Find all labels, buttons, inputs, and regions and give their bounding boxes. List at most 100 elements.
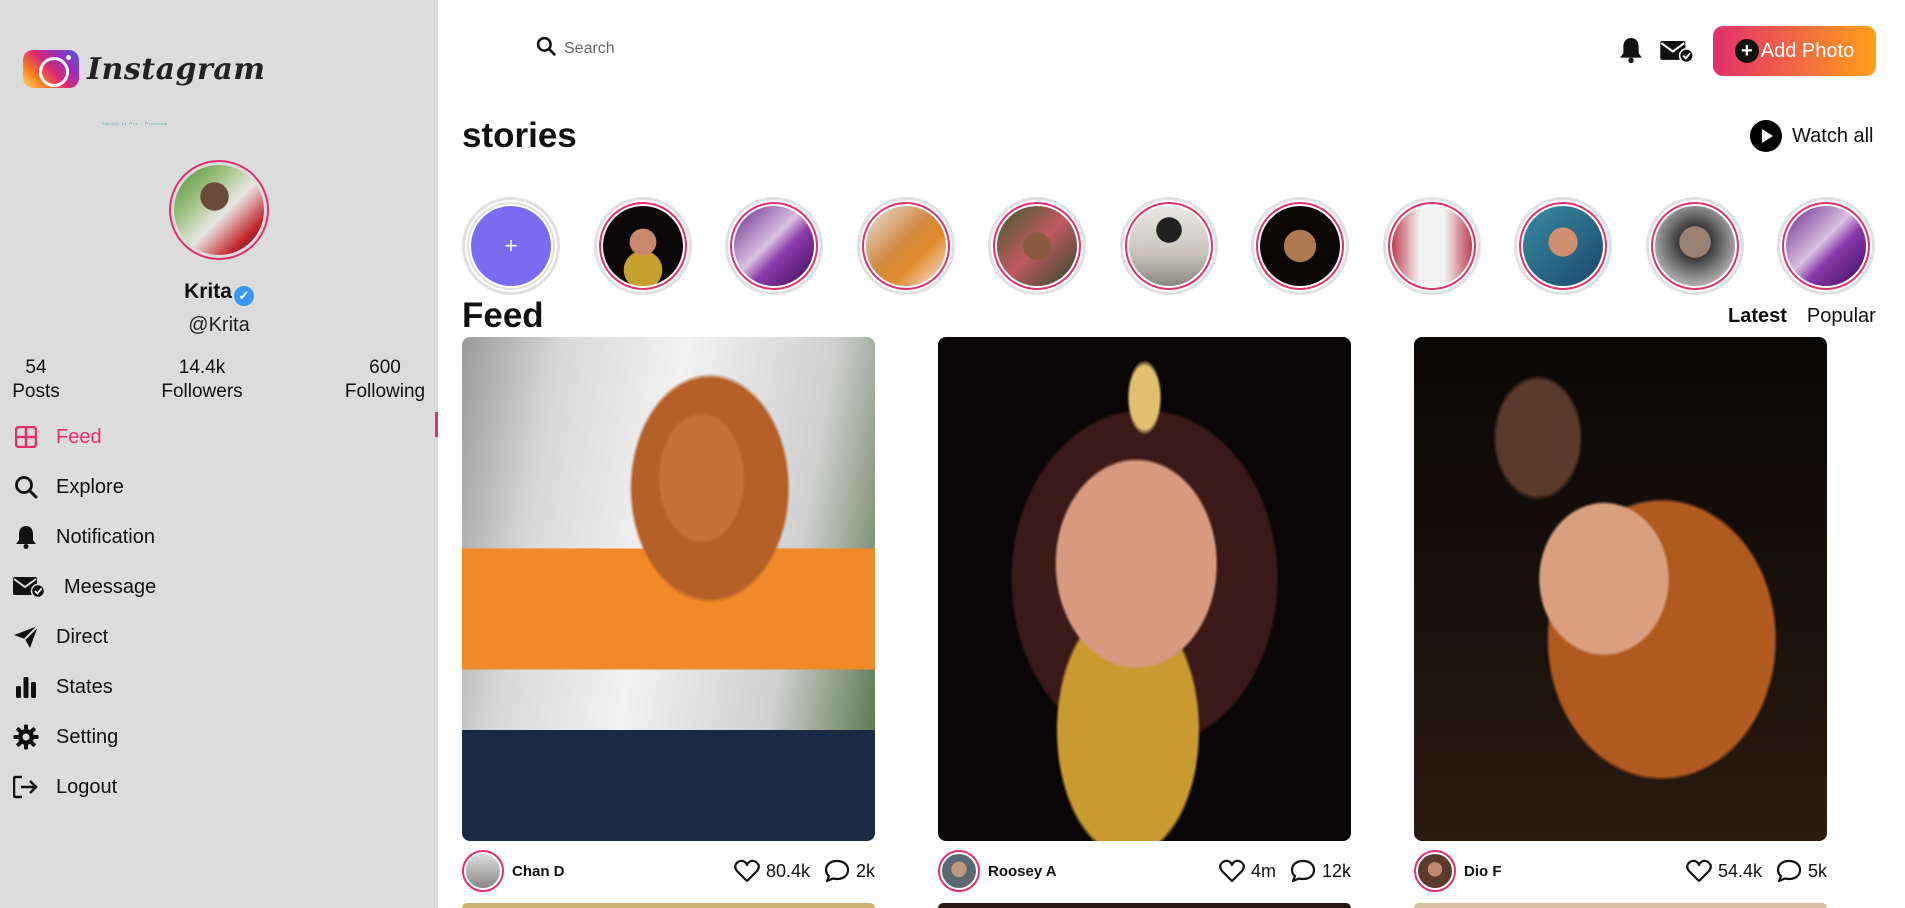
verified-badge-icon: ✓	[233, 286, 254, 306]
instagram-logo-icon	[23, 50, 79, 88]
story-item[interactable]	[725, 197, 823, 295]
heart-icon[interactable]	[734, 859, 760, 883]
post-username[interactable]: Roosey A	[988, 863, 1219, 880]
stat-label: Posts	[12, 381, 60, 402]
grid-icon	[12, 423, 40, 451]
sidebar-item-message[interactable]: Meessage	[0, 562, 438, 612]
next-post-peek	[938, 903, 1351, 908]
bell-icon[interactable]	[1619, 36, 1643, 69]
post-image[interactable]	[938, 337, 1351, 841]
profile-name: Krita	[184, 280, 232, 303]
next-post-peek	[1414, 903, 1827, 908]
logo[interactable]: Instagram	[23, 50, 266, 88]
logo-text: Instagram	[87, 51, 266, 87]
sidebar-item-setting[interactable]: Setting	[0, 712, 438, 762]
post-meta: Chan D 80.4k 2k	[462, 846, 875, 896]
comments-count: 12k	[1321, 860, 1351, 881]
sidebar-item-label: Meessage	[64, 575, 157, 598]
sidebar: Instagram Switch to Pro · Premium Krita ✓…	[0, 0, 438, 908]
next-post-peek	[462, 903, 875, 908]
story-item[interactable]	[1777, 197, 1875, 295]
play-icon	[1750, 120, 1782, 152]
story-item[interactable]	[593, 197, 692, 295]
post-image[interactable]	[462, 337, 875, 841]
tab-latest[interactable]: Latest	[1728, 305, 1787, 328]
add-story-button[interactable]: +	[462, 197, 560, 295]
feed-tabs: Latest Popular	[1728, 305, 1896, 328]
story-item[interactable]	[988, 197, 1086, 295]
stat-followers[interactable]: 14.4k Followers	[160, 356, 244, 404]
stat-posts[interactable]: 54 Posts	[12, 356, 60, 404]
story-item[interactable]	[856, 197, 955, 295]
stat-value: 14.4k	[178, 357, 226, 378]
stories-row: +	[462, 197, 1875, 295]
post-username[interactable]: Dio F	[1464, 863, 1686, 880]
mail-check-icon[interactable]	[1660, 40, 1694, 68]
plus-icon: +	[1734, 39, 1759, 63]
stat-value: 600	[369, 357, 401, 378]
stat-label: Following	[344, 381, 426, 402]
logo-subtitle: Switch to Pro · Premium	[102, 121, 169, 126]
sidebar-item-label: Logout	[56, 775, 118, 798]
heart-icon[interactable]	[1686, 859, 1712, 883]
search-bar	[536, 36, 864, 61]
feed-post: Dio F 54.4k 5k	[1414, 337, 1827, 892]
stat-following[interactable]: 600 Following	[343, 356, 427, 404]
comment-icon[interactable]	[824, 859, 850, 883]
stories-title: stories	[462, 116, 577, 155]
sidebar-item-logout[interactable]: Logout	[0, 762, 438, 812]
search-icon	[12, 473, 40, 501]
sidebar-item-label: Setting	[56, 725, 119, 748]
profile-handle: @Krita	[188, 314, 250, 336]
heart-icon[interactable]	[1219, 859, 1245, 883]
story-item[interactable]	[1251, 197, 1349, 295]
avatar[interactable]	[1414, 850, 1456, 892]
comment-icon[interactable]	[1776, 859, 1802, 883]
feed-post: Roosey A 4m 12k	[938, 337, 1351, 892]
likes-count: 80.4k	[765, 860, 810, 881]
search-input[interactable]	[564, 39, 864, 58]
sidebar-item-label: Direct	[56, 625, 109, 648]
watch-all-label: Watch all	[1792, 124, 1874, 147]
sidebar-item-label: Notification	[56, 525, 155, 548]
profile-avatar[interactable]	[169, 160, 269, 260]
avatar[interactable]	[938, 850, 980, 892]
story-item[interactable]	[1645, 197, 1744, 295]
sidebar-item-feed[interactable]: Feed	[0, 412, 438, 462]
avatar-image	[174, 165, 264, 255]
search-icon	[536, 36, 556, 61]
story-item[interactable]	[1382, 197, 1481, 295]
send-icon	[12, 623, 40, 651]
post-username[interactable]: Chan D	[512, 863, 734, 880]
sidebar-item-notification[interactable]: Notification	[0, 512, 438, 562]
sidebar-item-label: Explore	[56, 475, 124, 498]
sidebar-nav: Feed Explore Notification Meessage Direc…	[0, 412, 438, 812]
likes-count: 54.4k	[1717, 860, 1762, 881]
post-meta: Roosey A 4m 12k	[938, 846, 1351, 896]
tab-popular[interactable]: Popular	[1807, 305, 1876, 328]
feed-title: Feed	[462, 296, 544, 335]
story-item[interactable]	[1119, 197, 1218, 295]
likes-count: 4m	[1250, 860, 1276, 881]
comments-count: 5k	[1807, 860, 1827, 881]
gear-icon	[12, 723, 40, 751]
sidebar-item-label: Feed	[56, 425, 102, 448]
sidebar-item-states[interactable]: States	[0, 662, 438, 712]
comments-count: 2k	[855, 860, 875, 881]
post-image[interactable]	[1414, 337, 1827, 841]
stat-value: 54	[25, 357, 47, 378]
profile-name-row: Krita ✓	[0, 280, 438, 306]
sidebar-item-explore[interactable]: Explore	[0, 462, 438, 512]
sidebar-item-label: States	[56, 675, 113, 698]
add-photo-button[interactable]: + Add Photo	[1713, 26, 1876, 76]
logout-icon	[12, 773, 40, 801]
add-photo-label: Add Photo	[1760, 39, 1855, 62]
feed-post: Chan D 80.4k 2k	[462, 337, 875, 892]
watch-all-button[interactable]: Watch all	[1750, 120, 1874, 152]
sidebar-item-direct[interactable]: Direct	[0, 612, 438, 662]
comment-icon[interactable]	[1290, 859, 1316, 883]
story-item[interactable]	[1514, 197, 1612, 295]
avatar[interactable]	[462, 850, 504, 892]
stat-label: Followers	[161, 381, 243, 402]
mail-check-icon	[12, 573, 46, 601]
